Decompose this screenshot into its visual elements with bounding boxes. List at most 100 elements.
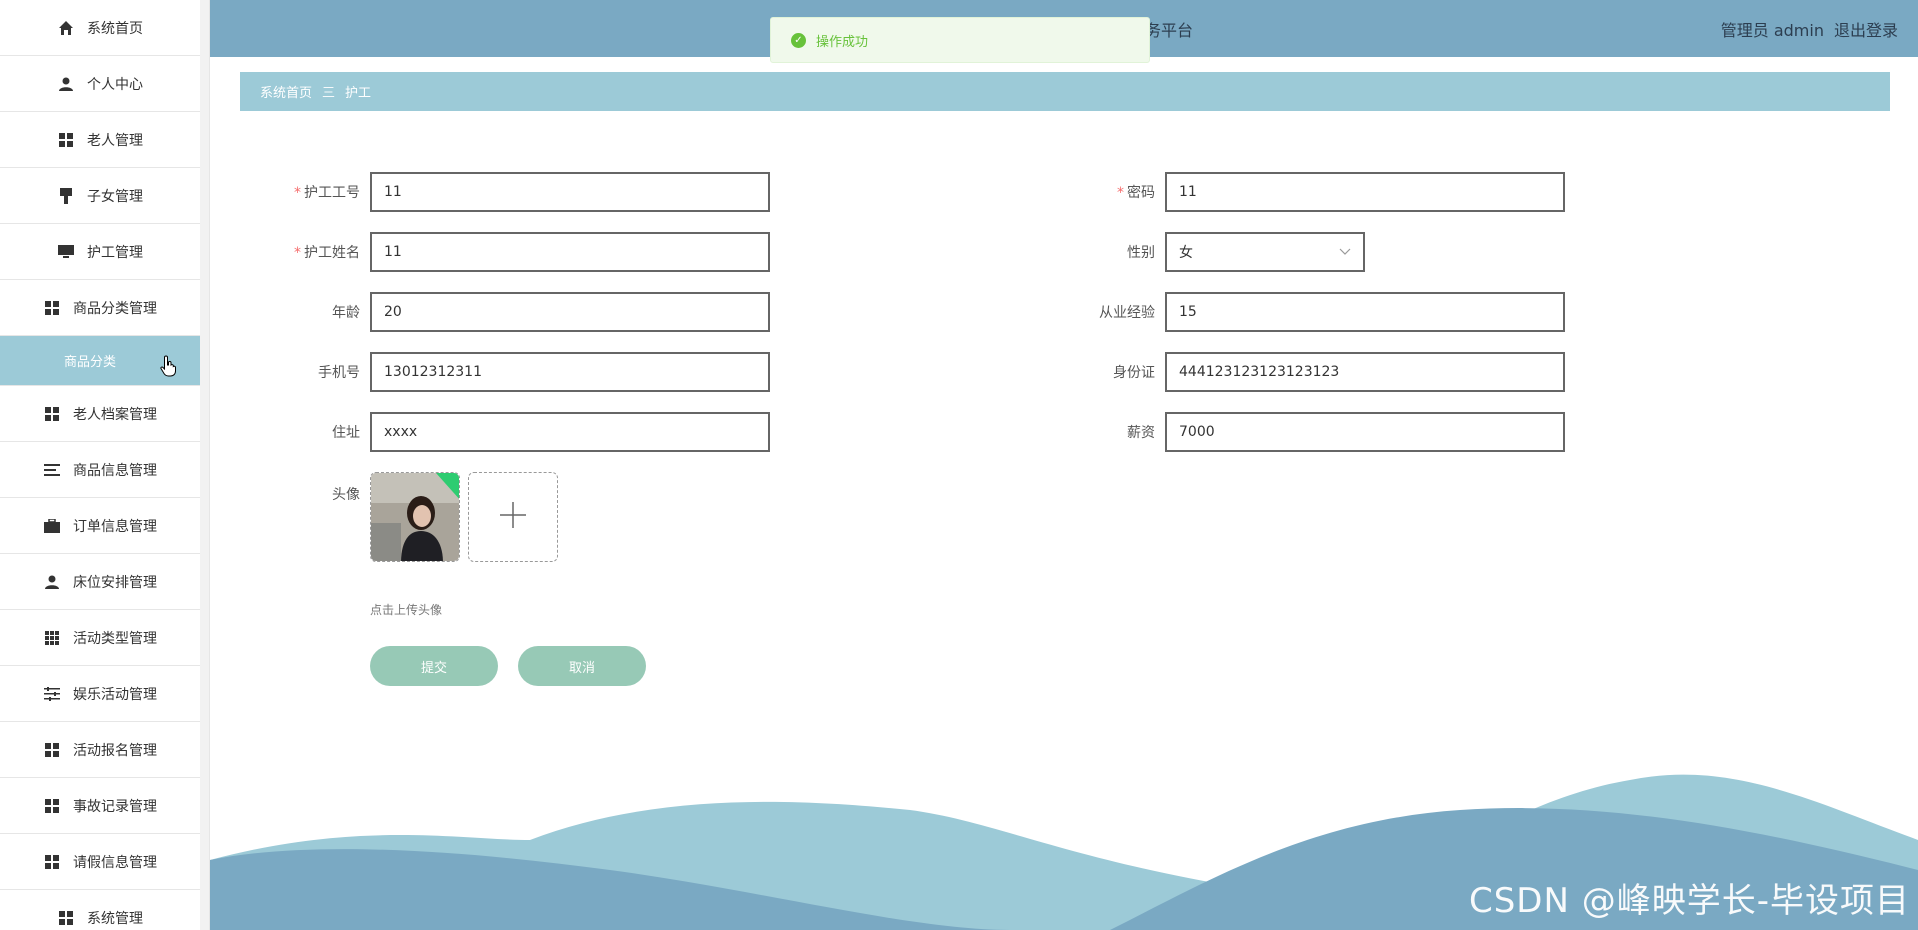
sidebar-item-entertainment[interactable]: 娱乐活动管理 <box>0 666 200 722</box>
sidebar-item-activity-types[interactable]: 活动类型管理 <box>0 610 200 666</box>
gender-select[interactable]: 女 <box>1165 232 1365 272</box>
grid-icon <box>57 909 75 927</box>
sidebar-item-label: 商品分类管理 <box>73 300 157 317</box>
sidebar-item-label: 商品分类 <box>63 355 116 370</box>
grid-icon <box>43 741 61 759</box>
sidebar-item-label: 系统首页 <box>87 20 143 37</box>
grid-icon <box>57 131 75 149</box>
nurse-name-label: * 护工姓名 <box>294 245 360 261</box>
app-title: 务平台 <box>1145 21 1194 40</box>
address-input[interactable]: xxxx <box>370 412 770 452</box>
sidebar-item-label: 个人中心 <box>87 76 143 93</box>
apps-icon <box>43 629 61 647</box>
sidebar-item-label: 商品信息管理 <box>73 462 157 479</box>
logout-link[interactable]: 退出登录 <box>1834 17 1898 41</box>
phone-input[interactable]: 13012312311 <box>370 352 770 392</box>
plus-icon <box>498 500 528 534</box>
toast-message: 操作成功 <box>816 34 869 50</box>
sidebar-item-accidents[interactable]: 事故记录管理 <box>0 778 200 834</box>
chevron-down-icon <box>1339 244 1351 260</box>
gender-selected-value: 女 <box>1179 245 1193 261</box>
nurse-id-input[interactable]: 11 <box>370 172 770 212</box>
sidebar-item-goods-category-mgmt[interactable]: 商品分类管理 <box>0 280 200 336</box>
upload-avatar-button[interactable] <box>468 472 558 562</box>
form-row-password: * 密码 11 <box>1045 172 1565 212</box>
sidebar-item-label: 活动报名管理 <box>73 742 157 759</box>
sidebar-item-label: 老人档案管理 <box>73 406 157 423</box>
salary-input[interactable]: 7000 <box>1165 412 1565 452</box>
monitor-icon <box>57 243 75 261</box>
sidebar-item-label: 活动类型管理 <box>73 630 157 647</box>
sliders-icon <box>43 685 61 703</box>
avatar-label: 头像 <box>332 487 360 503</box>
experience-input[interactable]: 15 <box>1165 292 1565 332</box>
form-row-address: 住址 xxxx <box>250 412 770 452</box>
sidebar-item-profile[interactable]: 个人中心 <box>0 56 200 112</box>
sidebar-item-system[interactable]: 系统管理 <box>0 890 200 930</box>
sidebar-item-beds[interactable]: 床位安排管理 <box>0 554 200 610</box>
sidebar-item-label: 事故记录管理 <box>73 798 157 815</box>
brush-icon <box>57 187 75 205</box>
experience-label: 从业经验 <box>1099 305 1155 321</box>
admin-label: 管理员 admin <box>1720 21 1824 40</box>
grid-icon <box>43 797 61 815</box>
sidebar-item-orders[interactable]: 订单信息管理 <box>0 498 200 554</box>
sidebar-item-goods-info[interactable]: 商品信息管理 <box>0 442 200 498</box>
sidebar-item-label: 子女管理 <box>87 188 143 205</box>
sidebar-item-leave[interactable]: 请假信息管理 <box>0 834 200 890</box>
age-input[interactable]: 20 <box>370 292 770 332</box>
check-circle-icon: ✓ <box>791 32 806 48</box>
form-row-phone: 手机号 13012312311 <box>250 352 770 392</box>
sidebar-item-nurse[interactable]: 护工管理 <box>0 224 200 280</box>
breadcrumb-separator: 三 <box>322 86 336 101</box>
address-label: 住址 <box>332 425 360 441</box>
breadcrumb-current: 护工 <box>345 86 372 101</box>
avatar-thumbnail[interactable] <box>370 472 460 562</box>
form-row-gender: 性别 女 <box>1045 232 1365 272</box>
sidebar-item-elderly-archive[interactable]: 老人档案管理 <box>0 386 200 442</box>
phone-label: 手机号 <box>318 365 360 381</box>
sidebar-scrollbar[interactable] <box>200 0 209 930</box>
password-input[interactable]: 11 <box>1165 172 1565 212</box>
gender-label: 性别 <box>1127 245 1155 261</box>
submit-button[interactable]: 提交 <box>370 646 498 686</box>
watermark-text: CSDN @峰映学长-毕设项目 <box>1468 881 1910 921</box>
grid-icon <box>43 299 61 317</box>
form-row-nurse-id: * 护工工号 11 <box>250 172 770 212</box>
form-row-age: 年龄 20 <box>250 292 770 332</box>
sidebar-item-children[interactable]: 子女管理 <box>0 168 200 224</box>
upload-hint: 点击上传头像 <box>370 603 443 617</box>
password-label: * 密码 <box>1117 185 1155 201</box>
briefcase-icon <box>43 517 61 535</box>
grid-icon <box>43 405 61 423</box>
success-toast: ✓ 操作成功 <box>770 17 1150 63</box>
sidebar-item-label: 订单信息管理 <box>73 518 157 535</box>
cancel-button[interactable]: 取消 <box>518 646 646 686</box>
form-row-avatar: 头像 <box>250 472 558 562</box>
hand-cursor-icon <box>160 355 178 381</box>
breadcrumb-home[interactable]: 系统首页 <box>260 82 312 101</box>
form-row-experience: 从业经验 15 <box>1045 292 1565 332</box>
sidebar-item-label: 护工管理 <box>87 244 143 261</box>
id-card-input[interactable]: 444123123123123123 <box>1165 352 1565 392</box>
sidebar-item-elderly[interactable]: 老人管理 <box>0 112 200 168</box>
nurse-name-input[interactable]: 11 <box>370 232 770 272</box>
user-icon <box>43 573 61 591</box>
salary-label: 薪资 <box>1127 425 1155 441</box>
list-icon <box>43 461 61 479</box>
sidebar-item-label: 老人管理 <box>87 132 143 149</box>
breadcrumb: 系统首页 三 护工 <box>240 72 1890 111</box>
grid-icon <box>43 853 61 871</box>
form-row-id-card: 身份证 444123123123123123 <box>1045 352 1565 392</box>
nurse-id-label: * 护工工号 <box>294 185 360 201</box>
id-card-label: 身份证 <box>1113 365 1155 381</box>
home-icon <box>57 19 75 37</box>
sidebar-item-activity-signup[interactable]: 活动报名管理 <box>0 722 200 778</box>
form-row-nurse-name: * 护工姓名 11 <box>250 232 770 272</box>
sidebar-item-label: 系统管理 <box>87 910 143 927</box>
sidebar-item-label: 床位安排管理 <box>73 574 157 591</box>
header-user-area: 管理员 admin 退出登录 <box>1721 17 1898 41</box>
form-row-salary: 薪资 7000 <box>1045 412 1565 452</box>
sidebar-item-home[interactable]: 系统首页 <box>0 0 200 56</box>
user-icon <box>57 75 75 93</box>
